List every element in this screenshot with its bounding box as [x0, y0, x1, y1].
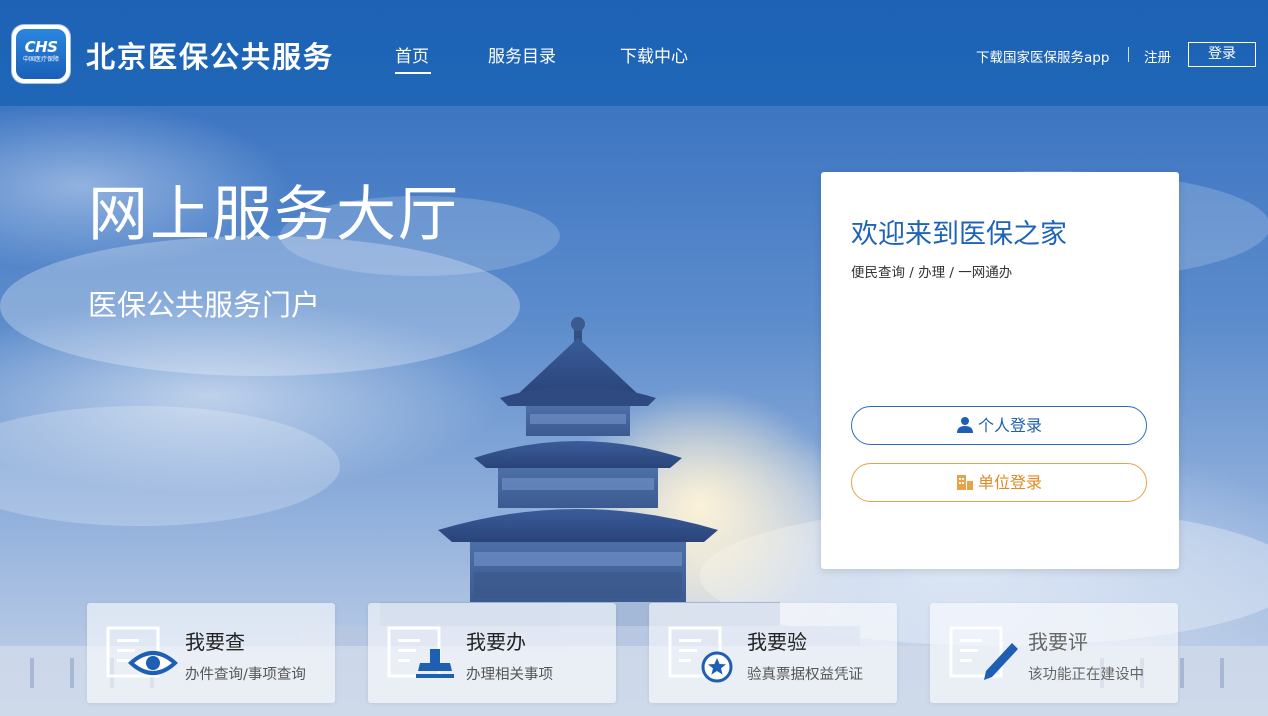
- tile-evaluate-title: 我要评: [1028, 630, 1088, 654]
- tile-handle[interactable]: 我要办 办理相关事项: [368, 603, 616, 703]
- tile-handle-title: 我要办: [466, 630, 526, 654]
- header-divider: [1128, 47, 1129, 62]
- tile-handle-desc: 办理相关事项: [466, 667, 553, 683]
- stamp-document-icon: [387, 626, 454, 678]
- register-link[interactable]: 注册: [1144, 46, 1171, 66]
- tile-query[interactable]: 我要查 办件查询/事项查询: [87, 603, 335, 703]
- nav-service-catalog[interactable]: 服务目录: [488, 42, 556, 67]
- eye-document-icon: [106, 626, 178, 678]
- welcome-login-card: 欢迎来到医保之家 便民查询 / 办理 / 一网通办 个人登录 单位登录: [821, 172, 1179, 569]
- pen-document-icon: [949, 626, 1018, 680]
- building-icon: [956, 475, 973, 490]
- download-app-link[interactable]: 下载国家医保服务app: [976, 46, 1109, 66]
- nav-home[interactable]: 首页: [395, 42, 429, 67]
- logo-text: CHS: [24, 38, 58, 56]
- logo-subtext: 中国医疗保障: [22, 56, 59, 63]
- tile-evaluate-desc: 该功能正在建设中: [1028, 667, 1144, 683]
- top-header: CHS 中国医疗保障 北京医保公共服务 首页 服务目录 下载中心 下载国家医保服…: [0, 0, 1268, 106]
- nav-download-center[interactable]: 下载中心: [620, 42, 688, 67]
- nav-active-indicator: [395, 72, 431, 74]
- hero-subtitle: 医保公共服务门户: [88, 288, 321, 322]
- chs-logo-mark: CHS 中国医疗保障: [16, 29, 66, 79]
- tile-verify-title: 我要验: [747, 630, 807, 654]
- welcome-subtitle: 便民查询 / 办理 / 一网通办: [851, 265, 1013, 281]
- personal-login-label: 个人登录: [977, 416, 1042, 435]
- site-title[interactable]: 北京医保公共服务: [86, 34, 334, 76]
- person-icon: [956, 417, 973, 433]
- tile-query-desc: 办件查询/事项查询: [185, 667, 306, 683]
- chs-logo[interactable]: CHS 中国医疗保障: [12, 25, 70, 83]
- personal-login-button[interactable]: 个人登录: [851, 406, 1147, 445]
- tile-verify[interactable]: 我要验 验真票据权益凭证: [649, 603, 897, 703]
- unit-login-label: 单位登录: [977, 473, 1042, 492]
- header-login-button[interactable]: 登录: [1188, 42, 1256, 67]
- tile-evaluate[interactable]: 我要评 该功能正在建设中: [930, 603, 1178, 703]
- unit-login-button[interactable]: 单位登录: [851, 463, 1147, 502]
- hero-title: 网上服务大厅: [88, 180, 460, 250]
- tile-verify-desc: 验真票据权益凭证: [747, 667, 863, 683]
- welcome-title: 欢迎来到医保之家: [851, 219, 1067, 250]
- badge-document-icon: [668, 626, 733, 683]
- tile-query-title: 我要查: [185, 630, 245, 654]
